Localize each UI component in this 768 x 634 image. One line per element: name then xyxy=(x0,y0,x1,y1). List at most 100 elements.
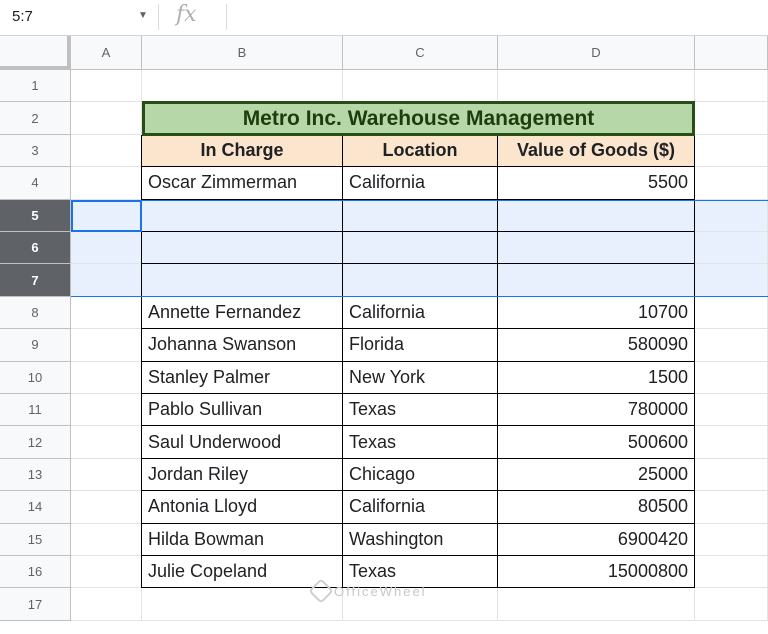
row-header-13[interactable]: 13 xyxy=(0,458,71,492)
row-header-14[interactable]: 14 xyxy=(0,491,71,524)
column-header-c[interactable]: C xyxy=(343,36,498,70)
row-header-10[interactable]: 10 xyxy=(0,361,71,394)
cell-b4[interactable]: Oscar Zimmerman xyxy=(142,167,343,200)
select-all-corner[interactable] xyxy=(0,36,71,70)
cell-b1[interactable] xyxy=(142,70,343,103)
cell-e16[interactable] xyxy=(695,556,768,589)
row-header-5[interactable]: 5 xyxy=(0,199,71,232)
cell-a4[interactable] xyxy=(71,167,142,200)
cell-e9[interactable] xyxy=(695,329,768,362)
cell-b5[interactable] xyxy=(142,199,343,232)
cell-a6[interactable] xyxy=(71,232,142,265)
cell-d17[interactable] xyxy=(498,588,695,621)
cell-d13[interactable]: 25000 xyxy=(498,458,695,492)
cell-b8[interactable]: Annette Fernandez xyxy=(142,296,343,330)
cell-d16[interactable]: 15000800 xyxy=(498,556,695,589)
header-cell-d[interactable]: Value of Goods ($) xyxy=(498,134,695,168)
cell-b6[interactable] xyxy=(142,232,343,265)
cell-e4[interactable] xyxy=(695,167,768,200)
row-header-6[interactable]: 6 xyxy=(0,232,71,265)
cell-e12[interactable] xyxy=(695,426,768,459)
cell-b13[interactable]: Jordan Riley xyxy=(142,458,343,492)
cell-c9[interactable]: Florida xyxy=(343,329,498,362)
row-header-1[interactable]: 1 xyxy=(0,70,71,103)
row-header-15[interactable]: 15 xyxy=(0,523,71,556)
cell-d11[interactable]: 780000 xyxy=(498,394,695,427)
cell-a7[interactable] xyxy=(71,264,142,297)
cell-d12[interactable]: 500600 xyxy=(498,426,695,459)
row-header-8[interactable]: 8 xyxy=(0,296,71,330)
cell-c12[interactable]: Texas xyxy=(343,426,498,459)
cell-e1[interactable] xyxy=(695,70,768,103)
column-header-d[interactable]: D xyxy=(498,36,695,70)
header-cell-b[interactable]: In Charge xyxy=(142,134,343,168)
cell-c15[interactable]: Washington xyxy=(343,523,498,556)
cell-e2[interactable] xyxy=(695,102,768,135)
cell-b11[interactable]: Pablo Sullivan xyxy=(142,394,343,427)
cell-b9[interactable]: Johanna Swanson xyxy=(142,329,343,362)
cell-a14[interactable] xyxy=(71,491,142,524)
cell-a2[interactable] xyxy=(71,102,142,135)
cell-a11[interactable] xyxy=(71,394,142,427)
row-header-3[interactable]: 3 xyxy=(0,134,71,168)
cell-a3[interactable] xyxy=(71,134,142,168)
cell-b10[interactable]: Stanley Palmer xyxy=(142,361,343,394)
name-box[interactable]: 5:7 ▼ xyxy=(0,0,158,35)
row-header-2[interactable]: 2 xyxy=(0,102,71,135)
cell-d9[interactable]: 580090 xyxy=(498,329,695,362)
cell-c6[interactable] xyxy=(343,232,498,265)
row-header-17[interactable]: 17 xyxy=(0,588,71,621)
cell-e3[interactable] xyxy=(695,134,768,168)
cell-a8[interactable] xyxy=(71,296,142,330)
cell-a12[interactable] xyxy=(71,426,142,459)
cell-a17[interactable] xyxy=(71,588,142,621)
row-header-7[interactable]: 7 xyxy=(0,264,71,297)
column-header-a[interactable]: A xyxy=(71,36,142,70)
cell-c11[interactable]: Texas xyxy=(343,394,498,427)
cell-d6[interactable] xyxy=(498,232,695,265)
cell-d10[interactable]: 1500 xyxy=(498,361,695,394)
cell-d14[interactable]: 80500 xyxy=(498,491,695,524)
formula-input[interactable] xyxy=(236,0,766,35)
cell-b12[interactable]: Saul Underwood xyxy=(142,426,343,459)
row-header-11[interactable]: 11 xyxy=(0,394,71,427)
cell-c10[interactable]: New York xyxy=(343,361,498,394)
cell-a15[interactable] xyxy=(71,523,142,556)
cell-e14[interactable] xyxy=(695,491,768,524)
cell-e17[interactable] xyxy=(695,588,768,621)
cell-d4[interactable]: 5500 xyxy=(498,167,695,200)
cell-a16[interactable] xyxy=(71,556,142,589)
cell-b14[interactable]: Antonia Lloyd xyxy=(142,491,343,524)
cell-e15[interactable] xyxy=(695,523,768,556)
cell-e10[interactable] xyxy=(695,361,768,394)
cell-e13[interactable] xyxy=(695,458,768,492)
row-header-12[interactable]: 12 xyxy=(0,426,71,459)
cell-e8[interactable] xyxy=(695,296,768,330)
cell-c13[interactable]: Chicago xyxy=(343,458,498,492)
cell-d8[interactable]: 10700 xyxy=(498,296,695,330)
cell-e7[interactable] xyxy=(695,264,768,297)
cell-d15[interactable]: 6900420 xyxy=(498,523,695,556)
caret-down-icon[interactable]: ▼ xyxy=(138,10,148,21)
cell-c14[interactable]: California xyxy=(343,491,498,524)
cell-b7[interactable] xyxy=(142,264,343,297)
cell-e5[interactable] xyxy=(695,199,768,232)
column-header-e[interactable] xyxy=(695,36,768,70)
cell-d7[interactable] xyxy=(498,264,695,297)
row-header-4[interactable]: 4 xyxy=(0,167,71,200)
row-header-16[interactable]: 16 xyxy=(0,556,71,589)
header-cell-c[interactable]: Location xyxy=(343,134,498,168)
cell-b15[interactable]: Hilda Bowman xyxy=(142,523,343,556)
cell-e6[interactable] xyxy=(695,232,768,265)
row-header-9[interactable]: 9 xyxy=(0,329,71,362)
cell-c1[interactable] xyxy=(343,70,498,103)
cell-a9[interactable] xyxy=(71,329,142,362)
cell-d1[interactable] xyxy=(498,70,695,103)
cell-e11[interactable] xyxy=(695,394,768,427)
cell-a1[interactable] xyxy=(71,70,142,103)
cell-a13[interactable] xyxy=(71,458,142,492)
cell-c5[interactable] xyxy=(343,199,498,232)
cell-a10[interactable] xyxy=(71,361,142,394)
cell-c4[interactable]: California xyxy=(343,167,498,200)
cell-c8[interactable]: California xyxy=(343,296,498,330)
